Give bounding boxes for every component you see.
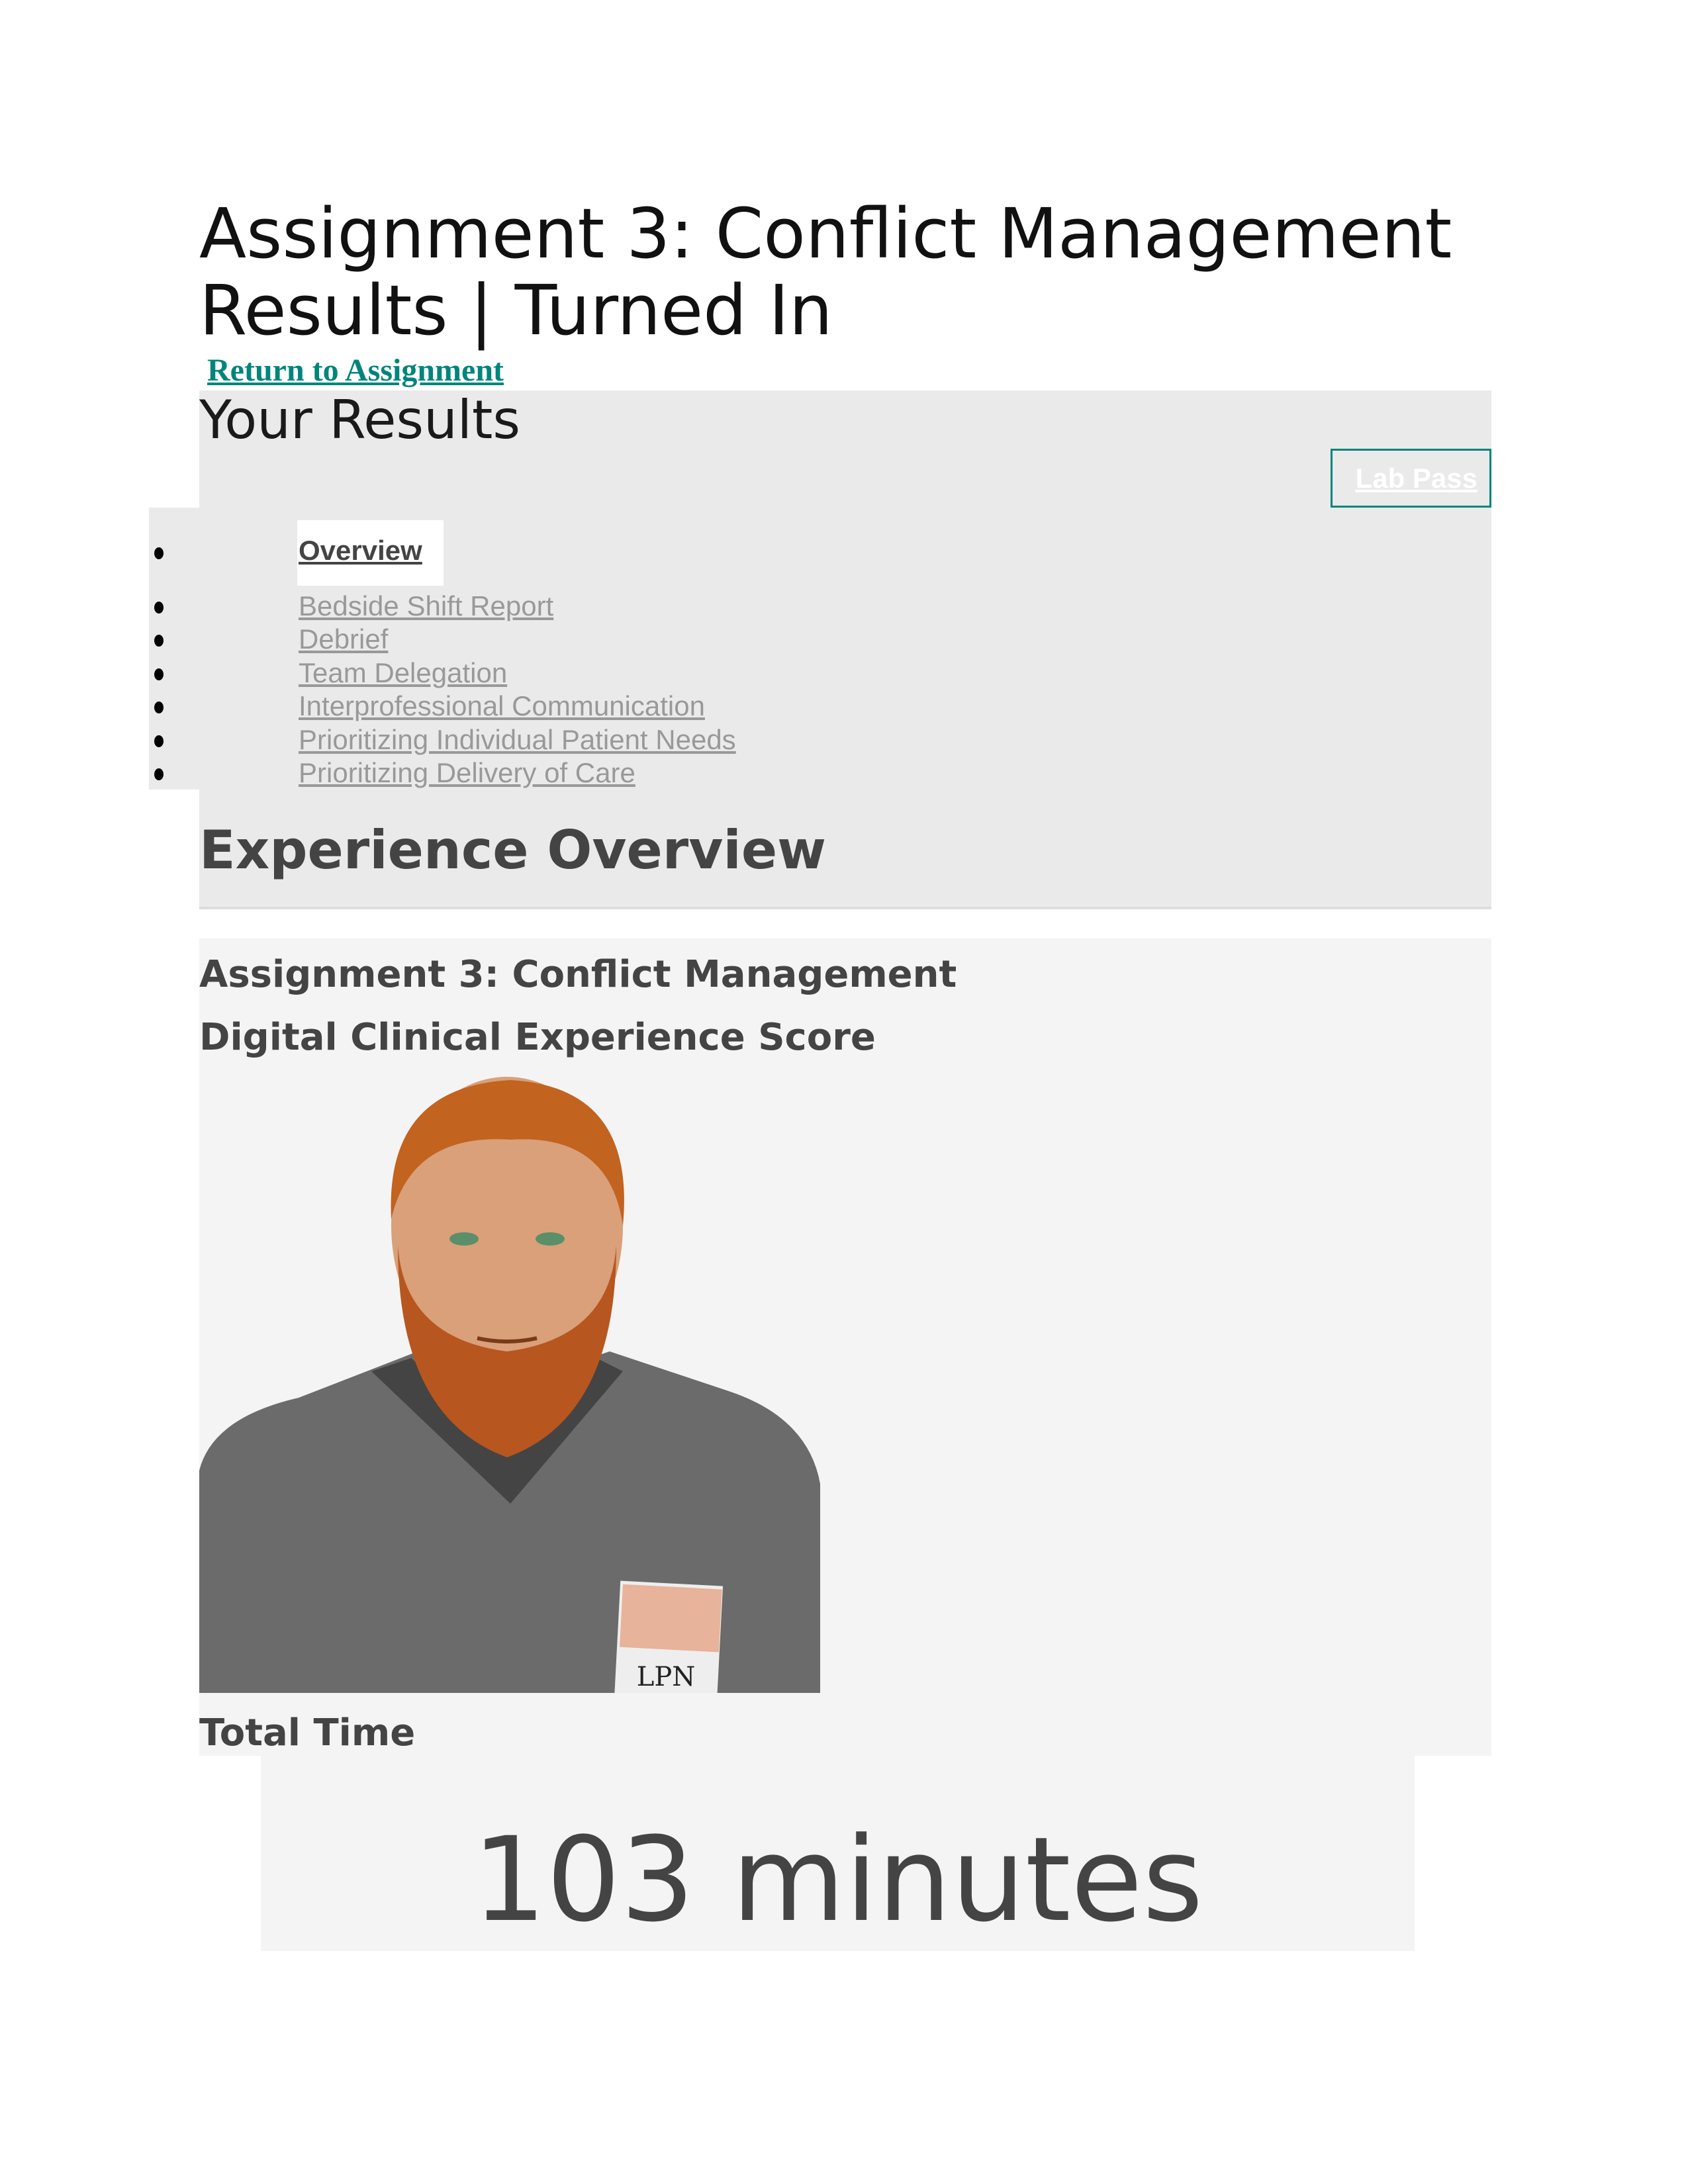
- return-to-assignment-link[interactable]: Return to Assignment: [207, 352, 504, 388]
- bullet-icon: [154, 668, 164, 680]
- your-results-heading: Your Results: [199, 389, 521, 451]
- results-nav: Overview Bedside Shift Report Debrief Te…: [149, 508, 1452, 790]
- tab-prioritizing-individual-patient-needs[interactable]: Prioritizing Individual Patient Needs: [299, 724, 736, 756]
- lab-pass-button[interactable]: Lab Pass: [1331, 449, 1491, 508]
- nurse-avatar-image: LPN: [199, 1077, 820, 1693]
- tab-team-delegation[interactable]: Team Delegation: [299, 657, 507, 689]
- tab-overview-label: Overview: [299, 535, 422, 566]
- lab-pass-label: Lab Pass: [1355, 463, 1477, 494]
- bullet-icon: [154, 768, 164, 780]
- total-time-value: 103 minutes: [472, 1812, 1203, 1948]
- lpn-badge-text: LPN: [637, 1662, 695, 1692]
- assignment-name: Assignment 3: Conflict Management: [199, 953, 957, 996]
- total-time-box: 103 minutes: [261, 1756, 1415, 1951]
- score-label: Digital Clinical Experience Score: [199, 1016, 876, 1059]
- bullet-icon: [154, 547, 164, 559]
- bullet-icon: [154, 635, 164, 647]
- tab-interprofessional-communication[interactable]: Interprofessional Communication: [299, 690, 705, 722]
- bullet-icon: [154, 702, 164, 713]
- tab-bedside-shift-report[interactable]: Bedside Shift Report: [299, 590, 553, 622]
- tab-debrief[interactable]: Debrief: [299, 623, 388, 655]
- total-time-label: Total Time: [199, 1711, 416, 1754]
- bullet-icon: [154, 735, 164, 747]
- tab-overview[interactable]: Overview: [297, 520, 444, 586]
- experience-overview-heading: Experience Overview: [199, 819, 826, 881]
- tab-prioritizing-delivery-of-care[interactable]: Prioritizing Delivery of Care: [299, 757, 635, 789]
- bullet-icon: [154, 602, 164, 614]
- page-title: Assignment 3: Conflict Management Result…: [199, 193, 1452, 351]
